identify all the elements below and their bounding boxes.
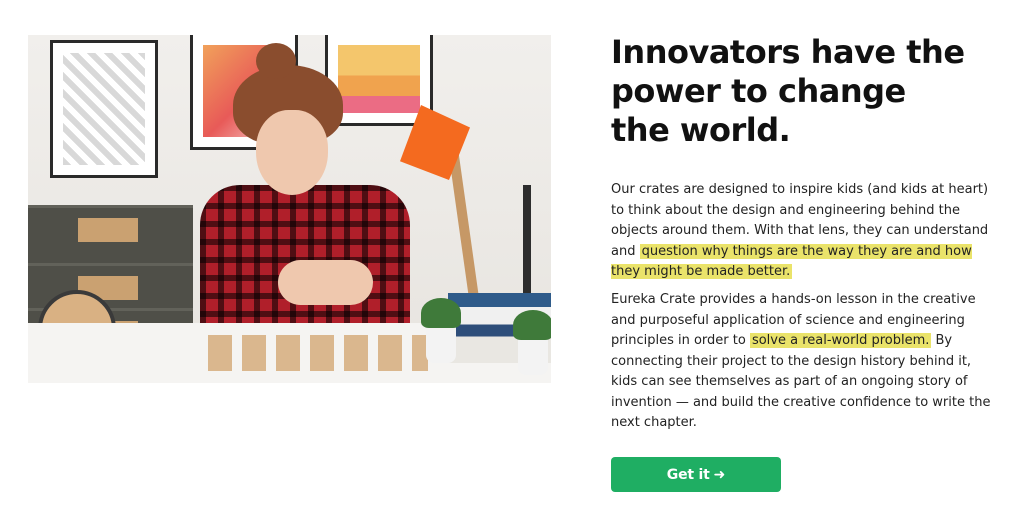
wooden-pieces bbox=[208, 335, 428, 371]
get-it-label: Get it bbox=[666, 466, 710, 483]
wall-art-frame bbox=[53, 43, 155, 175]
person-hands bbox=[278, 260, 373, 305]
wall-art-frame bbox=[328, 35, 430, 123]
potted-plant bbox=[513, 310, 551, 375]
person-face bbox=[256, 110, 328, 195]
potted-plant bbox=[421, 298, 461, 363]
person-hair-bun bbox=[256, 43, 296, 79]
crate-box bbox=[28, 205, 193, 263]
headline: Innovators have the power to change the … bbox=[611, 33, 965, 149]
detail-paragraph: Eureka Crate provides a hands-on lesson … bbox=[611, 290, 991, 434]
get-it-button[interactable]: Get it ➜ bbox=[611, 457, 781, 492]
detail-highlight: solve a real-world problem. bbox=[749, 333, 932, 348]
arrow-right-icon: ➜ bbox=[713, 466, 726, 483]
intro-paragraph: Our crates are designed to inspire kids … bbox=[611, 180, 991, 283]
hero-photo bbox=[28, 35, 551, 383]
intro-highlight: question why things are the way they are… bbox=[611, 243, 972, 279]
